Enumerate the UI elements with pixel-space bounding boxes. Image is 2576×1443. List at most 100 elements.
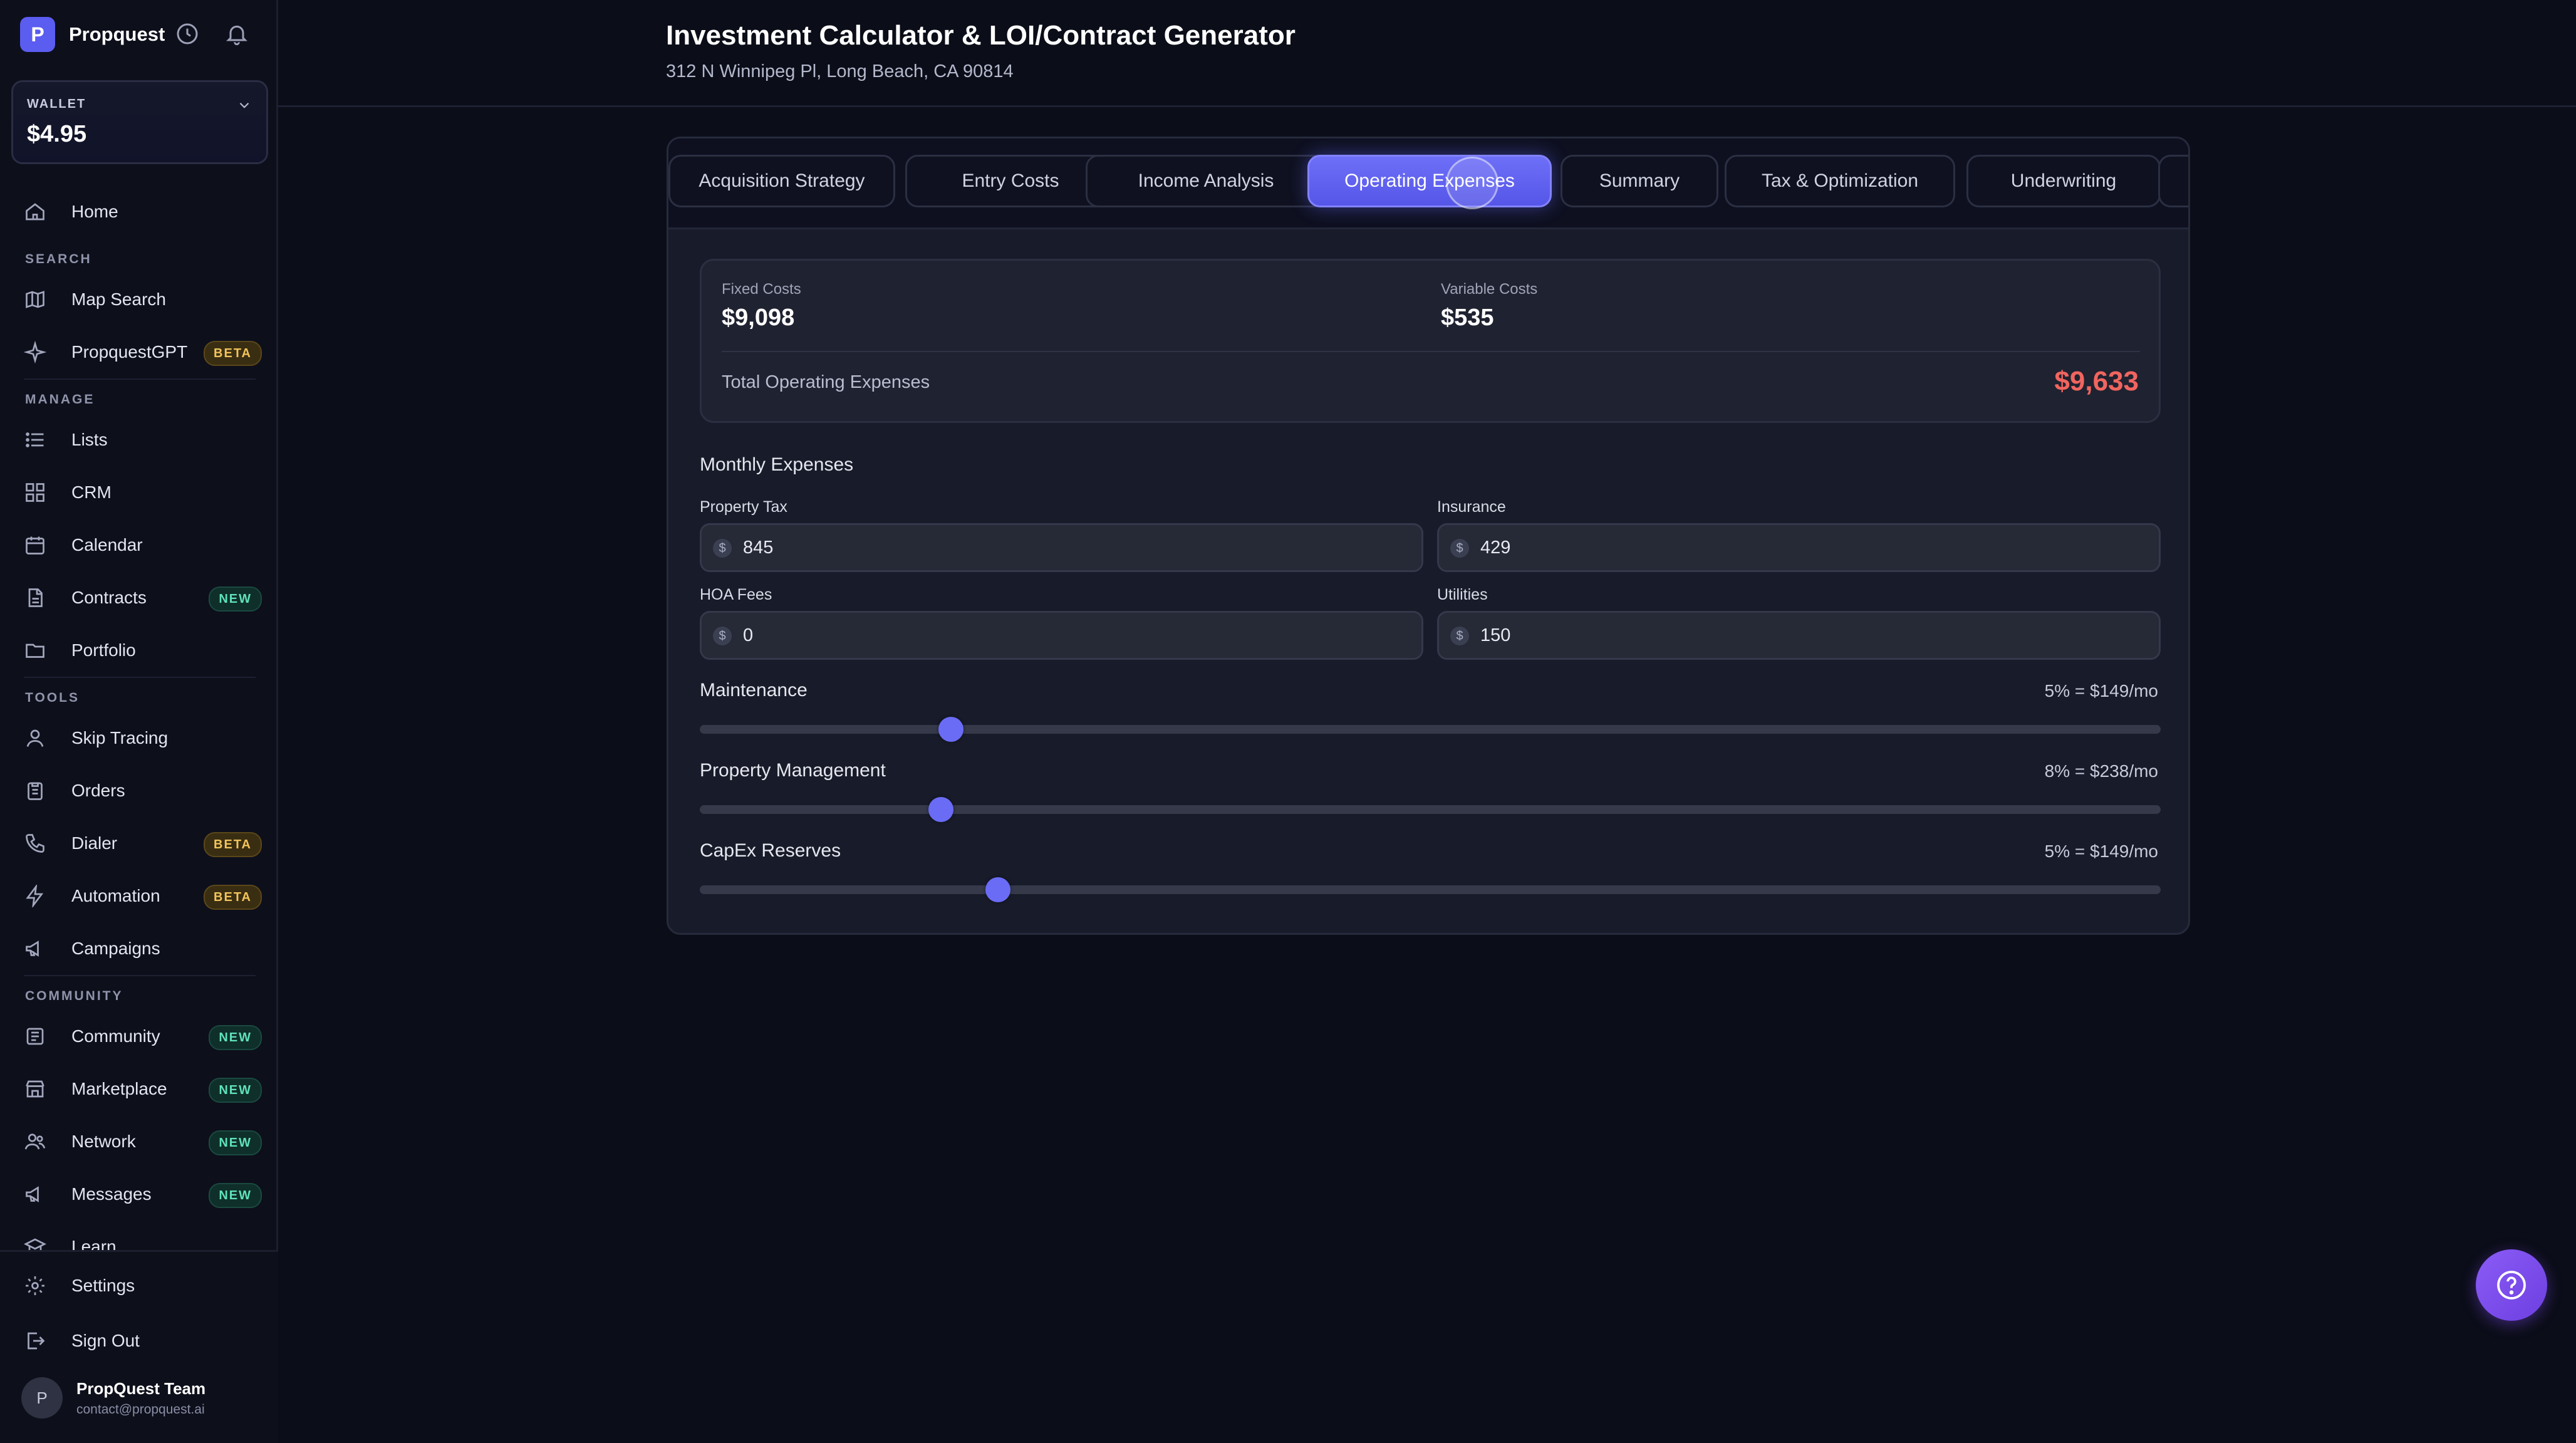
clipboard-icon [28, 782, 43, 800]
insurance-input[interactable]: $ 429 [1437, 523, 2161, 572]
sparkle-icon [24, 341, 46, 363]
monthly-expenses-heading: Monthly Expenses [700, 454, 854, 475]
sidebar-item-community[interactable]: Community NEW [24, 1018, 262, 1055]
bell-icon[interactable] [224, 21, 249, 46]
sidebar-item-portfolio[interactable]: Portfolio [24, 632, 262, 669]
property-management-slider-thumb[interactable] [928, 797, 953, 822]
sidebar-item-orders[interactable]: Orders [24, 772, 262, 810]
tab-acquisition-strategy[interactable]: Acquisition Strategy [668, 155, 895, 207]
maintenance-readout: 5% = $149/mo [2044, 681, 2158, 701]
divider [24, 378, 256, 380]
lightning-icon [26, 885, 44, 907]
history-icon[interactable] [175, 21, 200, 46]
dollar-icon: $ [1450, 627, 1469, 645]
property-tax-input[interactable]: $ 845 [700, 523, 1423, 572]
tab-entry-costs[interactable]: Entry Costs [905, 155, 1116, 207]
dollar-icon: $ [1450, 539, 1469, 558]
sidebar-item-label: Portfolio [71, 640, 136, 660]
page-title: Investment Calculator & LOI/Contract Gen… [666, 20, 1296, 51]
fixed-costs-label: Fixed Costs [722, 281, 801, 298]
sidebar-item-lists[interactable]: Lists [24, 421, 262, 459]
tab-income-analysis[interactable]: Income Analysis [1086, 155, 1326, 207]
sidebar-item-automation[interactable]: Automation BETA [24, 877, 262, 915]
utilities-label: Utilities [1437, 586, 1488, 603]
user-email: contact@propquest.ai [76, 1402, 205, 1417]
sidebar-item-label: Marketplace [71, 1079, 167, 1098]
sidebar-item-skip-tracing[interactable]: Skip Tracing [24, 719, 262, 757]
maintenance-slider[interactable] [700, 717, 2161, 742]
tab-summary[interactable]: Summary [1561, 155, 1718, 207]
home-icon [26, 203, 44, 221]
sign-out-icon [28, 1332, 45, 1350]
capex-reserves-slider-thumb[interactable] [985, 877, 1010, 902]
sidebar-item-label: Messages [71, 1184, 152, 1204]
section-search: SEARCH [25, 252, 92, 266]
sidebar-item-dialer[interactable]: Dialer BETA [24, 825, 262, 862]
capex-reserves-label: CapEx Reserves [700, 840, 841, 861]
maintenance-slider-thumb[interactable] [938, 717, 964, 742]
wallet-selector[interactable]: WALLET $4.95 [11, 80, 268, 164]
new-badge: NEW [209, 1183, 262, 1208]
sidebar-item-settings[interactable]: Settings [24, 1267, 262, 1305]
divider [24, 975, 256, 976]
expense-summary: Fixed Costs $9,098 Variable Costs $535 T… [700, 259, 2161, 423]
grid-icon [26, 483, 44, 502]
sidebar-item-label: Lists [71, 430, 108, 449]
sidebar-item-propquestgpt[interactable]: PropquestGPT BETA [24, 333, 262, 371]
user-profile[interactable]: P PropQuest Team contact@propquest.ai [21, 1377, 205, 1419]
calendar-icon [26, 536, 44, 555]
hoa-fees-input[interactable]: $ 0 [700, 611, 1423, 660]
sidebar-item-label: Map Search [71, 289, 166, 309]
beta-badge: BETA [204, 341, 262, 366]
new-badge: NEW [209, 1078, 262, 1103]
wallet-label: WALLET [27, 97, 86, 111]
sidebar-item-map-search[interactable]: Map Search [24, 281, 262, 318]
sidebar-item-label: Contracts [71, 588, 147, 607]
header-divider [278, 105, 2576, 107]
megaphone-icon [26, 940, 39, 957]
chevron-down-icon [239, 102, 249, 108]
sidebar-item-label: Home [71, 202, 118, 221]
section-community: COMMUNITY [25, 989, 123, 1003]
sidebar-item-marketplace[interactable]: Marketplace NEW [24, 1070, 262, 1108]
sidebar: P Propquest WALLET $4.95 Home SEARCH Map… [0, 0, 278, 1443]
question-icon [2497, 1271, 2526, 1300]
variable-costs-label: Variable Costs [1441, 281, 1538, 298]
sidebar-item-campaigns[interactable]: Campaigns [24, 930, 262, 967]
help-button[interactable] [2476, 1249, 2547, 1321]
summary-divider [722, 351, 2140, 352]
sidebar-item-label: Automation [71, 886, 160, 905]
new-badge: NEW [209, 1025, 262, 1050]
calculator-card: Acquisition Strategy Entry Costs Income … [667, 137, 2190, 935]
tab-underwriting[interactable]: Underwriting [1966, 155, 2161, 207]
tab-bar: Acquisition Strategy Entry Costs Income … [668, 138, 2188, 229]
brand[interactable]: P Propquest [20, 16, 165, 53]
section-tools: TOOLS [25, 690, 80, 705]
sidebar-item-calendar[interactable]: Calendar [24, 526, 262, 564]
hoa-fees-value: 0 [743, 625, 754, 645]
property-management-slider[interactable] [700, 797, 2161, 822]
sidebar-item-contracts[interactable]: Contracts NEW [24, 579, 262, 617]
hoa-fees-label: HOA Fees [700, 586, 772, 603]
sidebar-item-label: Settings [71, 1276, 135, 1295]
sidebar-item-crm[interactable]: CRM [24, 474, 262, 511]
utilities-input[interactable]: $ 150 [1437, 611, 2161, 660]
sidebar-item-home[interactable]: Home [24, 193, 262, 231]
list-icon [26, 432, 44, 447]
tab-tax-optimization[interactable]: Tax & Optimization [1725, 155, 1955, 207]
document-icon [28, 588, 43, 607]
total-operating-expenses-label: Total Operating Expenses [722, 372, 930, 392]
tab-overflow[interactable] [2158, 155, 2188, 207]
capex-reserves-slider[interactable] [700, 877, 2161, 902]
property-address: 312 N Winnipeg Pl, Long Beach, CA 90814 [666, 61, 1014, 81]
section-manage: MANAGE [25, 392, 95, 407]
map-icon [26, 291, 44, 308]
sidebar-item-sign-out[interactable]: Sign Out [24, 1322, 262, 1360]
sidebar-item-network[interactable]: Network NEW [24, 1123, 262, 1160]
fixed-costs-value: $9,098 [722, 305, 795, 331]
new-badge: NEW [209, 586, 262, 612]
variable-costs-value: $535 [1441, 305, 1494, 331]
sidebar-item-label: Skip Tracing [71, 728, 169, 748]
tab-operating-expenses[interactable]: Operating Expenses [1307, 155, 1552, 207]
sidebar-item-messages[interactable]: Messages NEW [24, 1175, 262, 1213]
